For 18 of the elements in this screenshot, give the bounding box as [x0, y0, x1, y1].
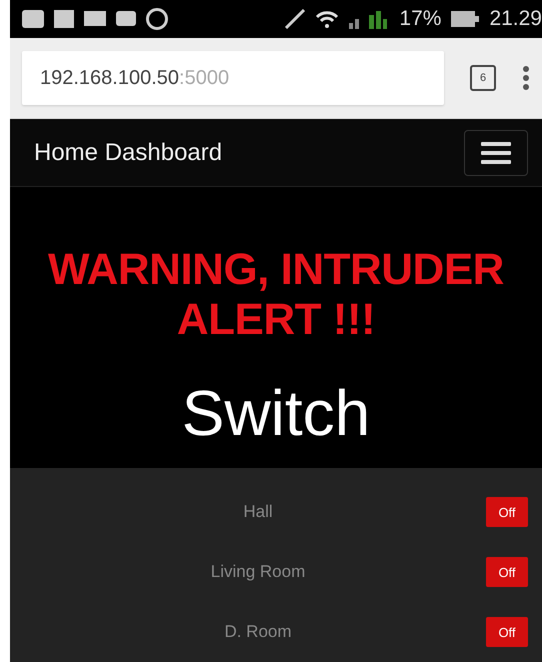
wifi-icon	[315, 8, 340, 29]
tab-count-button[interactable]: 6	[470, 65, 496, 92]
alert-message: WARNING, INTRUDER ALERT !!!	[47, 244, 505, 346]
switch-name: Hall	[242, 502, 274, 522]
more-menu-icon[interactable]	[522, 65, 530, 92]
signal-icon	[349, 8, 390, 29]
toggle-button[interactable]: Off	[486, 557, 528, 587]
switch-name: Living Room	[210, 562, 306, 582]
battery-percent: 17%	[399, 6, 442, 31]
section-title: Switch	[182, 376, 370, 450]
navbar-brand[interactable]: Home Dashboard	[34, 138, 464, 167]
battery-icon	[451, 10, 480, 27]
menu-button[interactable]	[464, 130, 528, 176]
clock-time: 21.29	[489, 6, 542, 31]
toggle-button[interactable]: Off	[486, 497, 528, 527]
address-field[interactable]: 192.168.100.50:5000	[22, 51, 444, 106]
switch-name: D. Room	[223, 622, 293, 642]
toggle-button[interactable]: Off	[486, 617, 528, 647]
